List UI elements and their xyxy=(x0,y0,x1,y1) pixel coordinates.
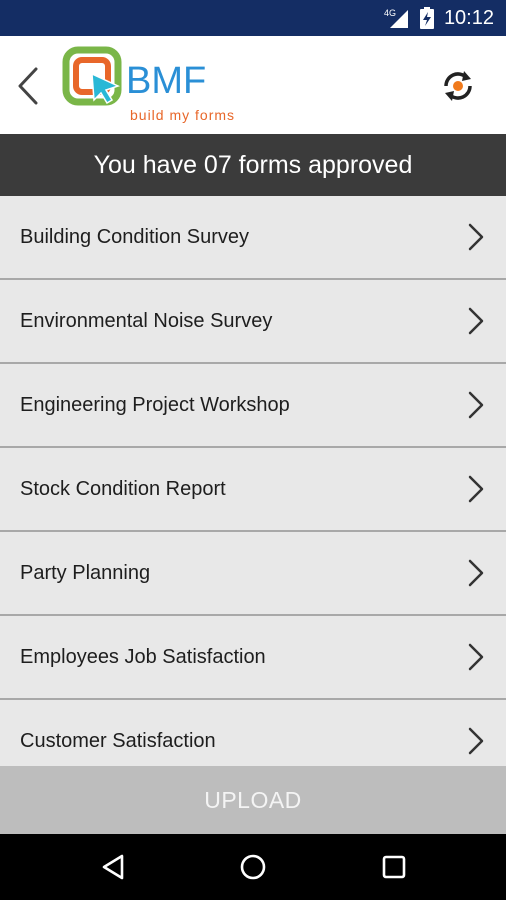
list-item-label: Employees Job Satisfaction xyxy=(20,645,266,668)
svg-text:4G: 4G xyxy=(384,8,396,18)
sync-button[interactable] xyxy=(438,66,478,106)
chevron-right-icon xyxy=(468,727,484,755)
logo-tagline: build my forms xyxy=(130,107,235,123)
list-item[interactable]: Employees Job Satisfaction xyxy=(0,616,506,700)
approved-forms-banner: You have 07 forms approved xyxy=(0,134,506,196)
list-item[interactable]: Engineering Project Workshop xyxy=(0,364,506,448)
nav-back-button[interactable] xyxy=(97,851,129,883)
recents-square-icon xyxy=(382,855,406,879)
back-button[interactable] xyxy=(14,66,42,106)
list-item-label: Engineering Project Workshop xyxy=(20,393,290,416)
system-nav-bar xyxy=(0,834,506,900)
list-item[interactable]: Party Planning xyxy=(0,532,506,616)
list-item-label: Environmental Noise Survey xyxy=(20,309,273,332)
nav-home-button[interactable] xyxy=(237,851,269,883)
chevron-right-icon xyxy=(468,391,484,419)
chevron-left-icon xyxy=(18,67,38,105)
upload-label: UPLOAD xyxy=(204,786,302,813)
battery-charging-icon xyxy=(419,7,434,29)
home-circle-icon xyxy=(240,854,266,880)
nav-recents-button[interactable] xyxy=(378,851,410,883)
logo-text: BMF xyxy=(126,60,206,102)
status-time: 10:12 xyxy=(443,6,494,29)
bmf-logo: BMF build my forms xyxy=(62,46,262,126)
list-item-label: Stock Condition Report xyxy=(20,477,226,500)
banner-text: You have 07 forms approved xyxy=(93,150,413,179)
status-bar: 4G 10:12 xyxy=(0,0,506,36)
chevron-right-icon xyxy=(468,307,484,335)
list-item-label: Party Planning xyxy=(20,561,151,584)
chevron-right-icon xyxy=(468,223,484,251)
chevron-right-icon xyxy=(468,559,484,587)
list-item[interactable]: Environmental Noise Survey xyxy=(0,280,506,364)
list-item-label: Customer Satisfaction xyxy=(20,729,216,752)
list-item[interactable]: Building Condition Survey xyxy=(0,196,506,280)
back-triangle-icon xyxy=(102,854,124,880)
sync-icon xyxy=(444,71,472,101)
upload-button[interactable]: UPLOAD xyxy=(0,766,506,834)
list-item[interactable]: Stock Condition Report xyxy=(0,448,506,532)
list-item-label: Building Condition Survey xyxy=(20,225,250,248)
forms-list: Building Condition Survey Environmental … xyxy=(0,196,506,784)
network-4g-icon: 4G xyxy=(384,7,410,29)
app-header: BMF build my forms xyxy=(0,36,506,134)
chevron-right-icon xyxy=(468,475,484,503)
chevron-right-icon xyxy=(468,643,484,671)
